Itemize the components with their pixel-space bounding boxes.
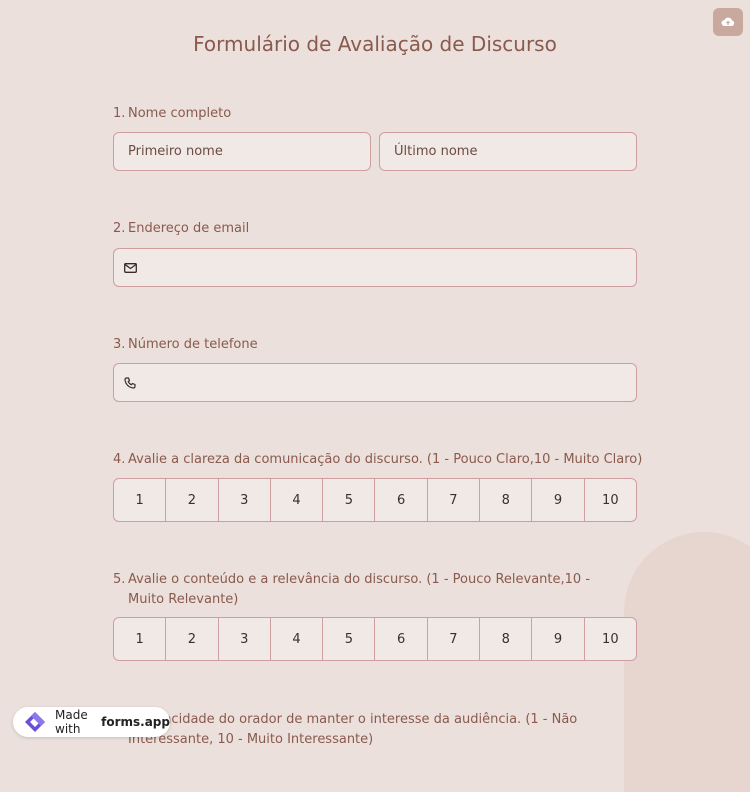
rating-option[interactable]: 8	[480, 479, 533, 521]
cloud-upload-icon	[721, 17, 735, 26]
rating-option[interactable]: 7	[428, 618, 481, 660]
phone-icon	[124, 376, 138, 390]
forms-app-badge[interactable]: Made with forms.app	[13, 707, 170, 737]
decorative-arch	[624, 532, 750, 792]
badge-brand: forms.app	[101, 715, 170, 729]
rating-option[interactable]: 7	[428, 479, 481, 521]
last-name-placeholder: Último nome	[394, 144, 478, 159]
rating-option[interactable]: 3	[219, 618, 271, 660]
phone-input[interactable]	[113, 363, 637, 402]
rating-option[interactable]: 2	[166, 618, 219, 660]
rating-option[interactable]: 6	[375, 618, 428, 660]
question-number: 5.	[113, 572, 126, 587]
form-title: Formulário de Avaliação de Discurso	[193, 32, 557, 56]
rating-option[interactable]: 10	[585, 479, 636, 521]
rating-option[interactable]: 4	[271, 618, 324, 660]
envelope-icon	[124, 261, 138, 275]
question-text: Número de telefone	[128, 337, 258, 352]
clarity-rating-scale: 1 2 3 4 5 6 7 8 9 10	[113, 478, 637, 522]
last-name-input[interactable]: Último nome	[379, 132, 637, 171]
rating-option[interactable]: 9	[532, 618, 585, 660]
first-name-placeholder: Primeiro nome	[128, 144, 223, 159]
forms-app-logo-icon	[21, 710, 49, 734]
rating-option[interactable]: 10	[585, 618, 636, 660]
question-5-label: 5. Avalie o conteúdo e a relevância do d…	[113, 570, 593, 610]
question-number: 1.	[113, 106, 126, 121]
question-1-label: 1. Nome completo	[113, 104, 231, 124]
question-6-label: a capacidade do orador de manter o inter…	[113, 710, 593, 750]
rating-option[interactable]: 8	[480, 618, 533, 660]
rating-option[interactable]: 9	[532, 479, 585, 521]
question-2-label: 2. Endereço de email	[113, 219, 249, 239]
question-3-label: 3. Número de telefone	[113, 335, 258, 355]
rating-option[interactable]: 6	[375, 479, 428, 521]
rating-option[interactable]: 1	[114, 618, 167, 660]
question-number: 3.	[113, 337, 126, 352]
rating-option[interactable]: 3	[219, 479, 271, 521]
rating-option[interactable]: 4	[271, 479, 324, 521]
question-text: Endereço de email	[128, 221, 250, 236]
rating-option[interactable]: 5	[323, 618, 376, 660]
question-text: a capacidade do orador de manter o inter…	[128, 712, 578, 747]
question-text: Avalie o conteúdo e a relevância do disc…	[128, 572, 591, 607]
question-4-label: 4. Avalie a clareza da comunicação do di…	[113, 450, 642, 470]
rating-option[interactable]: 5	[323, 479, 376, 521]
first-name-input[interactable]: Primeiro nome	[113, 132, 371, 171]
question-text: Nome completo	[128, 106, 232, 121]
question-number: 4.	[113, 452, 126, 467]
rating-option[interactable]: 2	[166, 479, 219, 521]
relevance-rating-scale: 1 2 3 4 5 6 7 8 9 10	[113, 617, 637, 661]
rating-option[interactable]: 1	[114, 479, 167, 521]
question-number: 2.	[113, 221, 126, 236]
question-text: Avalie a clareza da comunicação do discu…	[128, 452, 643, 467]
email-input[interactable]	[113, 248, 637, 287]
badge-prefix: Made with	[55, 708, 88, 736]
